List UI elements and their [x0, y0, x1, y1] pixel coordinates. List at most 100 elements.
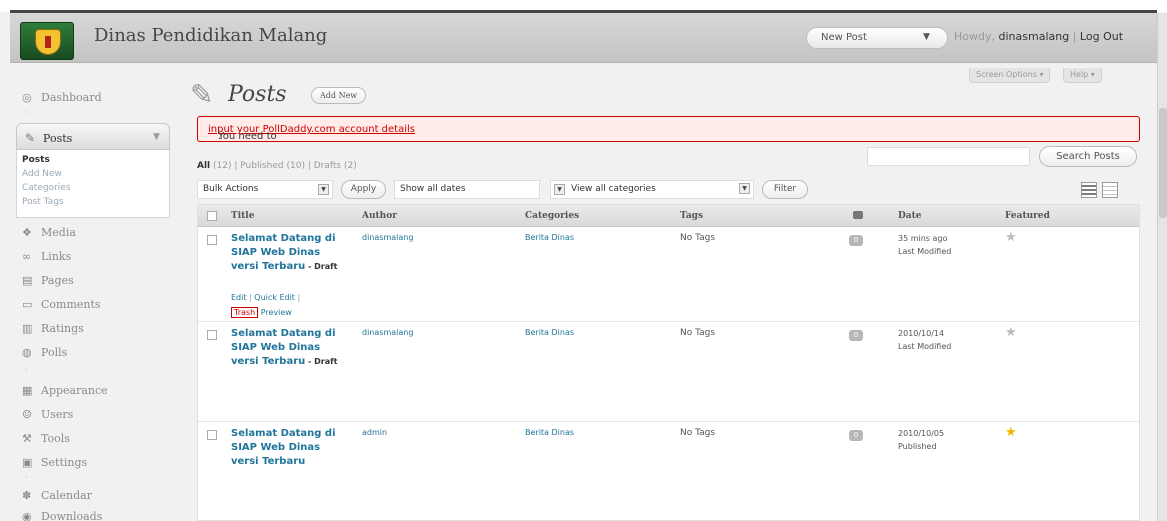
category-filter-select[interactable]: View all categories ▼ — [550, 180, 754, 199]
main-content: Screen Options ▾ Help ▾ ✎ Posts Add New … — [186, 64, 1146, 521]
screen-options-button[interactable]: Screen Options ▾ — [969, 68, 1051, 83]
sidebar-item-label: Links — [41, 250, 72, 263]
excerpt-view-icon[interactable] — [1102, 182, 1118, 198]
submenu-item-categories[interactable]: Categories — [22, 183, 71, 193]
post-categories[interactable]: Berita Dinas — [525, 428, 574, 437]
post-date: 2010/10/14 Last Modified — [898, 327, 951, 353]
list-view-icon[interactable] — [1081, 182, 1097, 198]
sidebar-item-comments[interactable]: ▭ Comments — [16, 293, 163, 317]
sidebar-item-dashboard[interactable]: ◎ Dashboard — [16, 86, 163, 110]
new-post-label[interactable]: New Post — [821, 32, 867, 43]
row-checkbox[interactable] — [207, 430, 217, 440]
sidebar-item-media[interactable]: ❖ Media — [16, 221, 163, 245]
edit-link[interactable]: Edit — [231, 293, 247, 302]
post-author[interactable]: dinasmalang — [362, 233, 413, 242]
page-title: Posts — [228, 82, 287, 107]
submenu-item-posts[interactable]: Posts — [22, 155, 50, 165]
comment-count-bubble[interactable]: 0 — [849, 235, 863, 246]
admin-sidebar: ◎ Dashboard ◦ ✎ Posts ▼ Posts Add New Ca… — [10, 64, 175, 521]
sidebar-item-label: Settings — [41, 456, 88, 469]
row-checkbox[interactable] — [207, 330, 217, 340]
preview-link[interactable]: Preview — [261, 308, 292, 317]
filter-published-link[interactable]: Published — [240, 161, 283, 171]
posts-submenu: Posts Add New Categories Post Tags — [16, 150, 170, 218]
post-date-status: Last Modified — [898, 342, 952, 351]
chevron-down-icon: ▼ — [739, 183, 750, 194]
sidebar-item-downloads[interactable]: ◉ Downloads — [16, 505, 163, 521]
column-title[interactable]: Title — [231, 211, 254, 221]
submenu-item-post-tags[interactable]: Post Tags — [22, 197, 64, 207]
post-title-link[interactable]: Selamat Datang di SIAP Web Dinas versi T… — [231, 327, 351, 369]
quick-edit-link[interactable]: Quick Edit — [254, 293, 295, 302]
row-checkbox[interactable] — [207, 235, 217, 245]
site-title[interactable]: Dinas Pendidikan Malang — [94, 25, 327, 46]
trash-link[interactable]: Trash — [231, 307, 259, 318]
vertical-scrollbar[interactable] — [1157, 13, 1167, 521]
media-icon: ❖ — [22, 226, 32, 239]
sidebar-item-label: Posts — [43, 132, 73, 145]
submenu-item-add-new[interactable]: Add New — [22, 169, 62, 179]
search-input[interactable] — [867, 147, 1030, 166]
sidebar-item-posts[interactable]: ✎ Posts ▼ — [16, 123, 170, 150]
post-categories[interactable]: Berita Dinas — [525, 328, 574, 337]
category-dropdown-arrow[interactable]: ▼ — [733, 180, 753, 199]
post-title-link[interactable]: Selamat Datang di SIAP Web Dinas versi T… — [231, 427, 351, 469]
date-filter-value: Show all dates — [400, 184, 466, 194]
apply-button[interactable]: Apply — [341, 180, 386, 199]
bulk-actions-select[interactable]: Bulk Actions ▼ — [197, 180, 333, 199]
row-actions-line2: Trash Preview — [231, 307, 292, 318]
table-header: Title Author Categories Tags Date Featur… — [198, 205, 1139, 227]
status-filter-links: All (12) | Published (10) | Drafts (2) — [197, 161, 357, 171]
add-new-button[interactable]: Add New — [311, 87, 367, 104]
select-all-checkbox[interactable] — [207, 211, 217, 221]
category-filter-value: View all categories — [571, 184, 656, 194]
post-author[interactable]: dinasmalang — [362, 328, 413, 337]
column-author: Author — [362, 211, 397, 221]
post-date: 35 mins ago Last Modified — [898, 232, 951, 258]
post-categories[interactable]: Berita Dinas — [525, 233, 574, 242]
header-separator: | — [1072, 30, 1077, 43]
notice-text: You need to input your PollDaddy.com acc… — [208, 124, 415, 142]
post-date-value: 2010/10/14 — [898, 329, 945, 338]
comment-count-bubble[interactable]: 0 — [849, 330, 863, 341]
sidebar-item-label: Polls — [41, 346, 68, 359]
scrollbar-thumb[interactable] — [1159, 108, 1167, 218]
search-posts-button[interactable]: Search Posts — [1039, 146, 1137, 167]
new-post-favorite-actions[interactable]: New Post ▼ — [806, 27, 948, 49]
post-title-link[interactable]: Selamat Datang di SIAP Web Dinas versi T… — [231, 232, 351, 274]
sidebar-item-label: Appearance — [41, 384, 108, 397]
sidebar-item-links[interactable]: ∞ Links — [16, 245, 163, 269]
comment-count-bubble[interactable]: 0 — [849, 430, 863, 441]
featured-star-icon[interactable]: ★ — [1005, 325, 1017, 340]
calendar-icon: ✽ — [22, 489, 32, 502]
column-date[interactable]: Date — [898, 211, 922, 221]
post-author[interactable]: admin — [362, 428, 387, 437]
chevron-down-icon[interactable]: ▼ — [923, 32, 930, 42]
help-button[interactable]: Help ▾ — [1063, 68, 1102, 83]
featured-star-icon[interactable]: ★ — [1005, 230, 1017, 245]
sidebar-item-pages[interactable]: ▤ Pages — [16, 269, 163, 293]
sidebar-item-label: Downloads — [41, 510, 103, 521]
tools-icon: ⚒ — [22, 432, 32, 445]
date-filter-select[interactable]: Show all dates — [394, 180, 540, 199]
sidebar-item-ratings[interactable]: ▥ Ratings — [16, 317, 163, 341]
featured-star-icon[interactable]: ★ — [1005, 425, 1017, 440]
sidebar-item-tools[interactable]: ⚒ Tools — [16, 427, 163, 451]
site-logo[interactable] — [20, 22, 74, 60]
post-tags: No Tags — [680, 428, 716, 438]
sidebar-item-settings[interactable]: ▣ Settings — [16, 451, 163, 475]
filter-all-link[interactable]: All — [197, 161, 210, 171]
post-date-value: 2010/10/05 — [898, 429, 945, 438]
filter-drafts-link[interactable]: Drafts — [314, 161, 341, 171]
username-link[interactable]: dinasmalang — [999, 30, 1070, 43]
column-tags: Tags — [680, 211, 704, 221]
sidebar-item-appearance[interactable]: ▦ Appearance — [16, 379, 163, 403]
sidebar-item-polls[interactable]: ◍ Polls — [16, 341, 163, 365]
chevron-down-icon[interactable]: ▼ — [153, 132, 160, 142]
logout-link[interactable]: Log Out — [1080, 30, 1123, 43]
sidebar-item-users[interactable]: ☺ Users — [16, 403, 163, 427]
polls-icon: ◍ — [22, 346, 32, 359]
appearance-icon: ▦ — [22, 384, 33, 397]
column-featured: Featured — [1005, 211, 1050, 221]
filter-button[interactable]: Filter — [762, 180, 808, 199]
